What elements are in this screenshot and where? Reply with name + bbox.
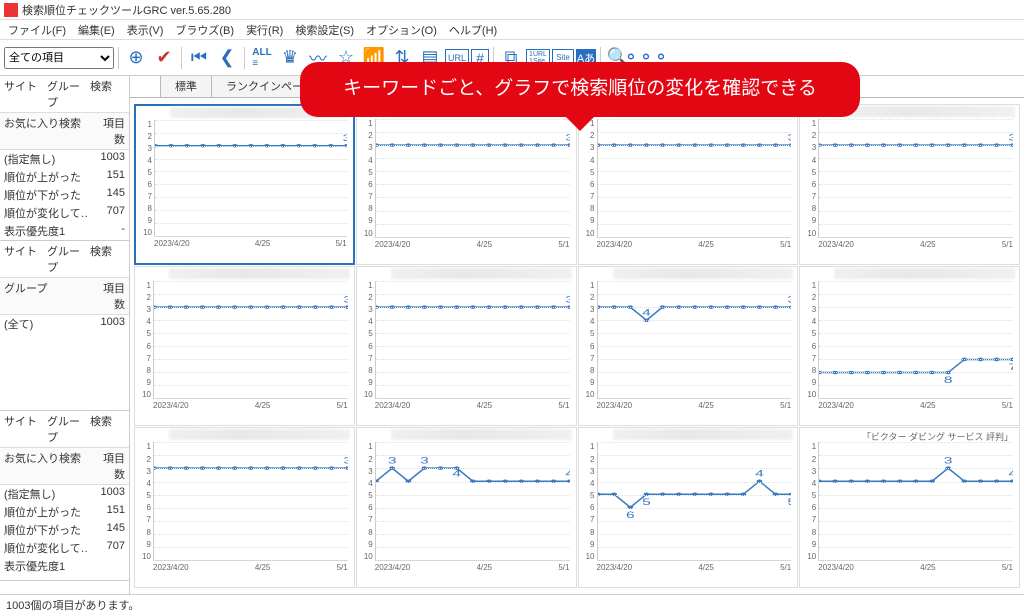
panel-head-cell[interactable]: グループ <box>43 76 86 112</box>
all-icon[interactable]: ALL≡ <box>249 45 275 71</box>
panel-row[interactable]: 順位が変化して…707 <box>0 539 129 557</box>
menu-item[interactable]: ブラウズ(B) <box>171 20 238 40</box>
chart-cell[interactable]: 1234567891065452023/4/204/255/1 <box>578 427 799 588</box>
menu-item[interactable]: ヘルプ(H) <box>445 20 501 40</box>
svg-text:7: 7 <box>1009 361 1013 372</box>
panel-row[interactable]: (指定無し)1003 <box>0 485 129 503</box>
chart-cell[interactable]: 1234567891032023/4/204/255/1 <box>578 104 799 265</box>
prev-icon[interactable]: ❮ <box>214 45 240 71</box>
svg-text:3: 3 <box>787 132 791 143</box>
panel-head-cell[interactable]: 検索 <box>86 241 129 277</box>
chart-cell[interactable]: 1234567891032023/4/204/255/1 <box>799 104 1020 265</box>
crown-icon[interactable]: ♛ <box>277 45 303 71</box>
svg-text:4: 4 <box>642 306 651 317</box>
svg-text:3: 3 <box>420 455 429 466</box>
titlebar: 検索順位チェックツールGRC ver.5.65.280 <box>0 0 1024 20</box>
chart-cell[interactable]: 「ビクター ダビング サービス 評判」12345678910342023/4/2… <box>799 427 1020 588</box>
svg-text:3: 3 <box>787 293 791 304</box>
svg-text:3: 3 <box>342 133 346 143</box>
chart-cell[interactable]: 1234567891032023/4/204/255/1 <box>134 266 355 427</box>
menu-item[interactable]: 編集(E) <box>74 20 119 40</box>
filter-select[interactable]: 全ての項目 <box>4 47 114 69</box>
menu-item[interactable]: 実行(R) <box>242 20 287 40</box>
panel-row[interactable]: (指定無し)1003 <box>0 150 129 168</box>
panel-head-cell[interactable]: 検索 <box>86 411 129 447</box>
svg-text:4: 4 <box>452 468 461 479</box>
panel-row[interactable]: 順位が下がった145 <box>0 186 129 204</box>
right-pane: 標準ランクインページグラフGoogle履歴Google詳細 1234567891… <box>130 76 1024 594</box>
svg-text:5: 5 <box>642 496 651 507</box>
svg-text:3: 3 <box>388 455 397 466</box>
left-sidebar: サイトグループ検索お気に入り検索項目数(指定無し)1003順位が上がった151順… <box>0 76 130 594</box>
first-icon[interactable]: ⏮ <box>186 45 212 71</box>
menu-item[interactable]: ファイル(F) <box>4 20 70 40</box>
panel-row[interactable]: (全て)1003 <box>0 315 129 333</box>
callout: キーワードごと、グラフで検索順位の変化を確認できる <box>300 98 860 117</box>
chart-cell[interactable]: 12345678910872023/4/204/255/1 <box>799 266 1020 427</box>
panel-head-cell[interactable]: サイト <box>0 76 43 112</box>
svg-text:3: 3 <box>565 293 569 304</box>
panel-head-cell[interactable]: サイト <box>0 241 43 277</box>
panel-row[interactable]: 順位が下がった145 <box>0 521 129 539</box>
panel-row[interactable]: 順位が上がった151 <box>0 168 129 186</box>
svg-text:3: 3 <box>944 455 953 466</box>
svg-text:3: 3 <box>343 455 347 466</box>
panel-head-cell[interactable]: グループ <box>43 411 86 447</box>
svg-text:3: 3 <box>1009 132 1013 143</box>
add-icon[interactable]: ⊕ <box>123 45 149 71</box>
tab[interactable]: 標準 <box>160 76 212 97</box>
panel-head-cell[interactable]: 検索 <box>86 76 129 112</box>
svg-text:4: 4 <box>1009 468 1013 479</box>
panel-head-cell[interactable]: グループ <box>43 241 86 277</box>
svg-text:3: 3 <box>343 293 347 304</box>
menu-item[interactable]: 表示(V) <box>123 20 168 40</box>
panel-head-cell[interactable]: サイト <box>0 411 43 447</box>
chart-cell[interactable]: 12345678910432023/4/204/255/1 <box>578 266 799 427</box>
chart-cell[interactable]: 1234567891032023/4/204/255/1 <box>356 104 577 265</box>
chart-cell[interactable]: 1234567891032023/4/204/255/1 <box>134 427 355 588</box>
chart-cell[interactable]: 1234567891033442023/4/204/255/1 <box>356 427 577 588</box>
panel-row[interactable]: 順位が上がった151 <box>0 503 129 521</box>
panel-row[interactable]: 順位が変化して…707 <box>0 204 129 222</box>
svg-text:6: 6 <box>625 509 634 520</box>
app-icon <box>4 3 18 17</box>
chart-cell[interactable]: 1234567891032023/4/204/255/1 <box>134 104 355 265</box>
svg-text:5: 5 <box>787 496 791 507</box>
svg-text:8: 8 <box>944 374 953 385</box>
panel-row[interactable]: 表示優先度1 <box>0 557 129 575</box>
statusbar: 1003個の項目があります。 <box>0 594 1024 612</box>
svg-text:4: 4 <box>565 468 569 479</box>
menu-item[interactable]: 検索設定(S) <box>291 20 358 40</box>
svg-text:4: 4 <box>755 468 764 479</box>
app-title: 検索順位チェックツールGRC ver.5.65.280 <box>22 2 231 18</box>
menu-item[interactable]: オプション(O) <box>362 20 441 40</box>
check-icon[interactable]: ✔ <box>151 45 177 71</box>
chart-grid: 1234567891032023/4/204/255/1123456789103… <box>130 98 1024 594</box>
menubar: ファイル(F)編集(E)表示(V)ブラウズ(B)実行(R)検索設定(S)オプショ… <box>0 20 1024 40</box>
panel-row[interactable]: 表示優先度1- <box>0 222 129 240</box>
chart-cell[interactable]: 1234567891032023/4/204/255/1 <box>356 266 577 427</box>
